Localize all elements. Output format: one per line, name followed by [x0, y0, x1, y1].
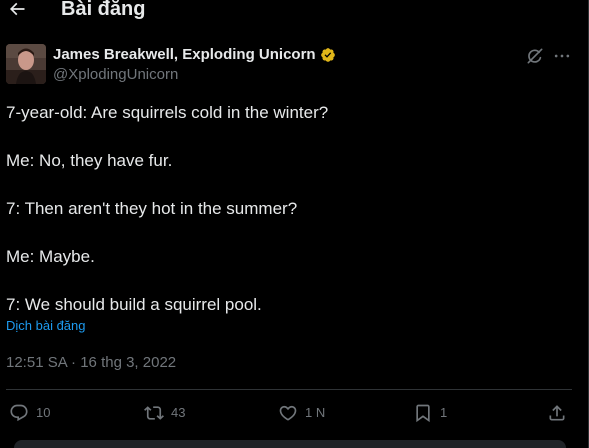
like-count: 1 N: [305, 405, 326, 420]
tweet-line: 7: Then aren't they hot in the summer?: [6, 199, 298, 218]
back-button[interactable]: [6, 0, 28, 20]
heart-icon: [279, 405, 297, 421]
tweet-line: 7-year-old: Are squirrels cold in the wi…: [6, 103, 329, 122]
bookmark-count: 1: [440, 405, 448, 420]
grok-button[interactable]: [525, 46, 545, 66]
author-name-row[interactable]: James Breakwell, Exploding Unicorn: [53, 45, 336, 65]
more-horizontal-icon: [554, 54, 570, 58]
share-icon: [549, 405, 565, 421]
more-button[interactable]: [552, 46, 572, 66]
arrow-left-icon: [9, 2, 25, 16]
tweet-line: Me: Maybe.: [6, 247, 95, 266]
page-header: Bài đăng: [0, 0, 588, 24]
tweet-line: 7: We should build a squirrel pool.: [6, 295, 262, 314]
repost-icon: [144, 406, 164, 420]
tweet-line: Me: No, they have fur.: [6, 151, 173, 170]
verified-badge-icon: [320, 48, 335, 62]
reply-button[interactable]: 10: [9, 403, 50, 423]
share-button[interactable]: [547, 403, 567, 423]
avatar[interactable]: [6, 44, 46, 84]
reply-composer-edge: [14, 440, 566, 448]
reply-count: 10: [36, 405, 51, 420]
divider: [6, 389, 572, 390]
profile-photo: [6, 44, 46, 84]
post-timestamp[interactable]: 12:51 SA · 16 thg 3, 2022: [6, 353, 176, 373]
grok-icon: [527, 48, 543, 64]
page-title: Bài đăng: [61, 0, 146, 20]
repost-count: 43: [171, 405, 186, 420]
repost-button[interactable]: 43: [144, 403, 185, 423]
bookmark-button[interactable]: 1: [413, 403, 447, 423]
reply-icon: [10, 404, 28, 422]
like-button[interactable]: 1 N: [278, 403, 325, 423]
author-handle[interactable]: @XplodingUnicorn: [53, 65, 178, 85]
author-name[interactable]: James Breakwell, Exploding Unicorn: [53, 45, 316, 65]
translate-post-link[interactable]: Dịch bài đăng: [6, 318, 86, 334]
bookmark-icon: [416, 404, 430, 423]
